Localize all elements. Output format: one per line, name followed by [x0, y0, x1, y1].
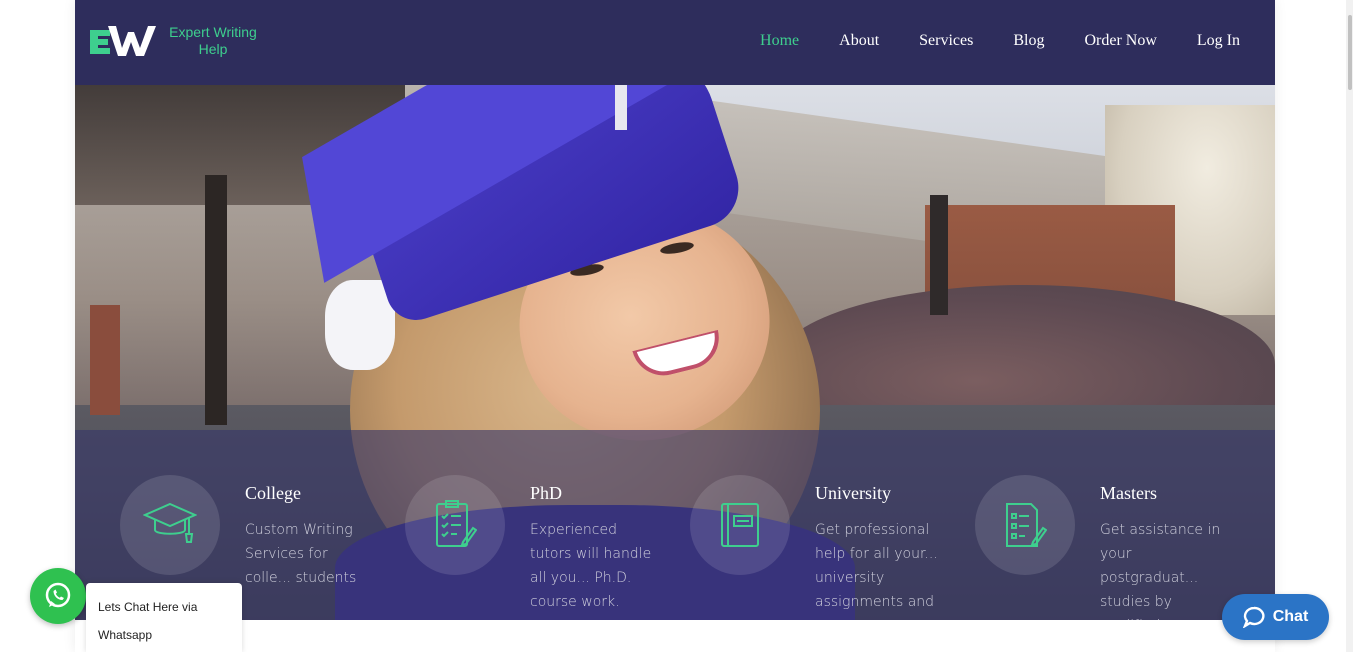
page-scrollbar[interactable] — [1346, 0, 1353, 652]
chat-bubble-icon — [1242, 606, 1265, 628]
feature-title: College — [245, 483, 301, 503]
chat-button[interactable]: Chat — [1222, 594, 1329, 640]
nav-blog[interactable]: Blog — [1013, 30, 1044, 52]
feature-phd[interactable]: PhD Experienced tutors will handle all y… — [405, 475, 690, 615]
feature-title: PhD — [530, 483, 563, 503]
site-header: Expert Writing Help Home About Services … — [75, 0, 1275, 85]
feature-desc: Experienced tutors will handle all you..… — [530, 522, 652, 610]
book-icon — [690, 475, 790, 575]
nav-about[interactable]: About — [839, 30, 879, 52]
whatsapp-icon — [45, 582, 71, 608]
chat-label: Chat — [1272, 608, 1309, 625]
nav-order-now[interactable]: Order Now — [1084, 30, 1156, 52]
logo-text: Expert Writing Help — [169, 24, 257, 57]
nav-services[interactable]: Services — [919, 30, 973, 52]
feature-desc: Get professional help for all your... un… — [815, 522, 938, 610]
ew-logo-icon — [90, 26, 156, 56]
feature-desc: Get assistance in your postgraduat... st… — [1100, 522, 1222, 620]
hero-image: College Custom Writing Services for coll… — [75, 85, 1275, 620]
scrollbar-thumb[interactable] — [1348, 15, 1352, 90]
site-logo[interactable]: Expert Writing Help — [90, 22, 260, 62]
whatsapp-chat-prompt[interactable]: Lets Chat Here via Whatsapp — [86, 583, 242, 652]
whatsapp-prompt-text: Lets Chat Here via Whatsapp — [98, 600, 198, 642]
graduation-cap-icon — [120, 475, 220, 575]
feature-title: Masters — [1100, 483, 1157, 503]
nav-home[interactable]: Home — [760, 30, 799, 52]
feature-title: University — [815, 483, 891, 503]
checklist-icon — [405, 475, 505, 575]
page-container: Expert Writing Help Home About Services … — [75, 0, 1275, 652]
whatsapp-button[interactable] — [30, 568, 86, 624]
feature-university[interactable]: University Get professional help for all… — [690, 475, 975, 615]
nav-log-in[interactable]: Log In — [1197, 30, 1240, 52]
feature-masters[interactable]: Masters Get assistance in your postgradu… — [975, 475, 1260, 620]
checklist-pen-icon — [975, 475, 1075, 575]
features-band: College Custom Writing Services for coll… — [75, 430, 1275, 620]
feature-desc: Custom Writing Services for colle... stu… — [245, 522, 357, 586]
main-nav: Home About Services Blog Order Now Log I… — [720, 30, 1240, 52]
